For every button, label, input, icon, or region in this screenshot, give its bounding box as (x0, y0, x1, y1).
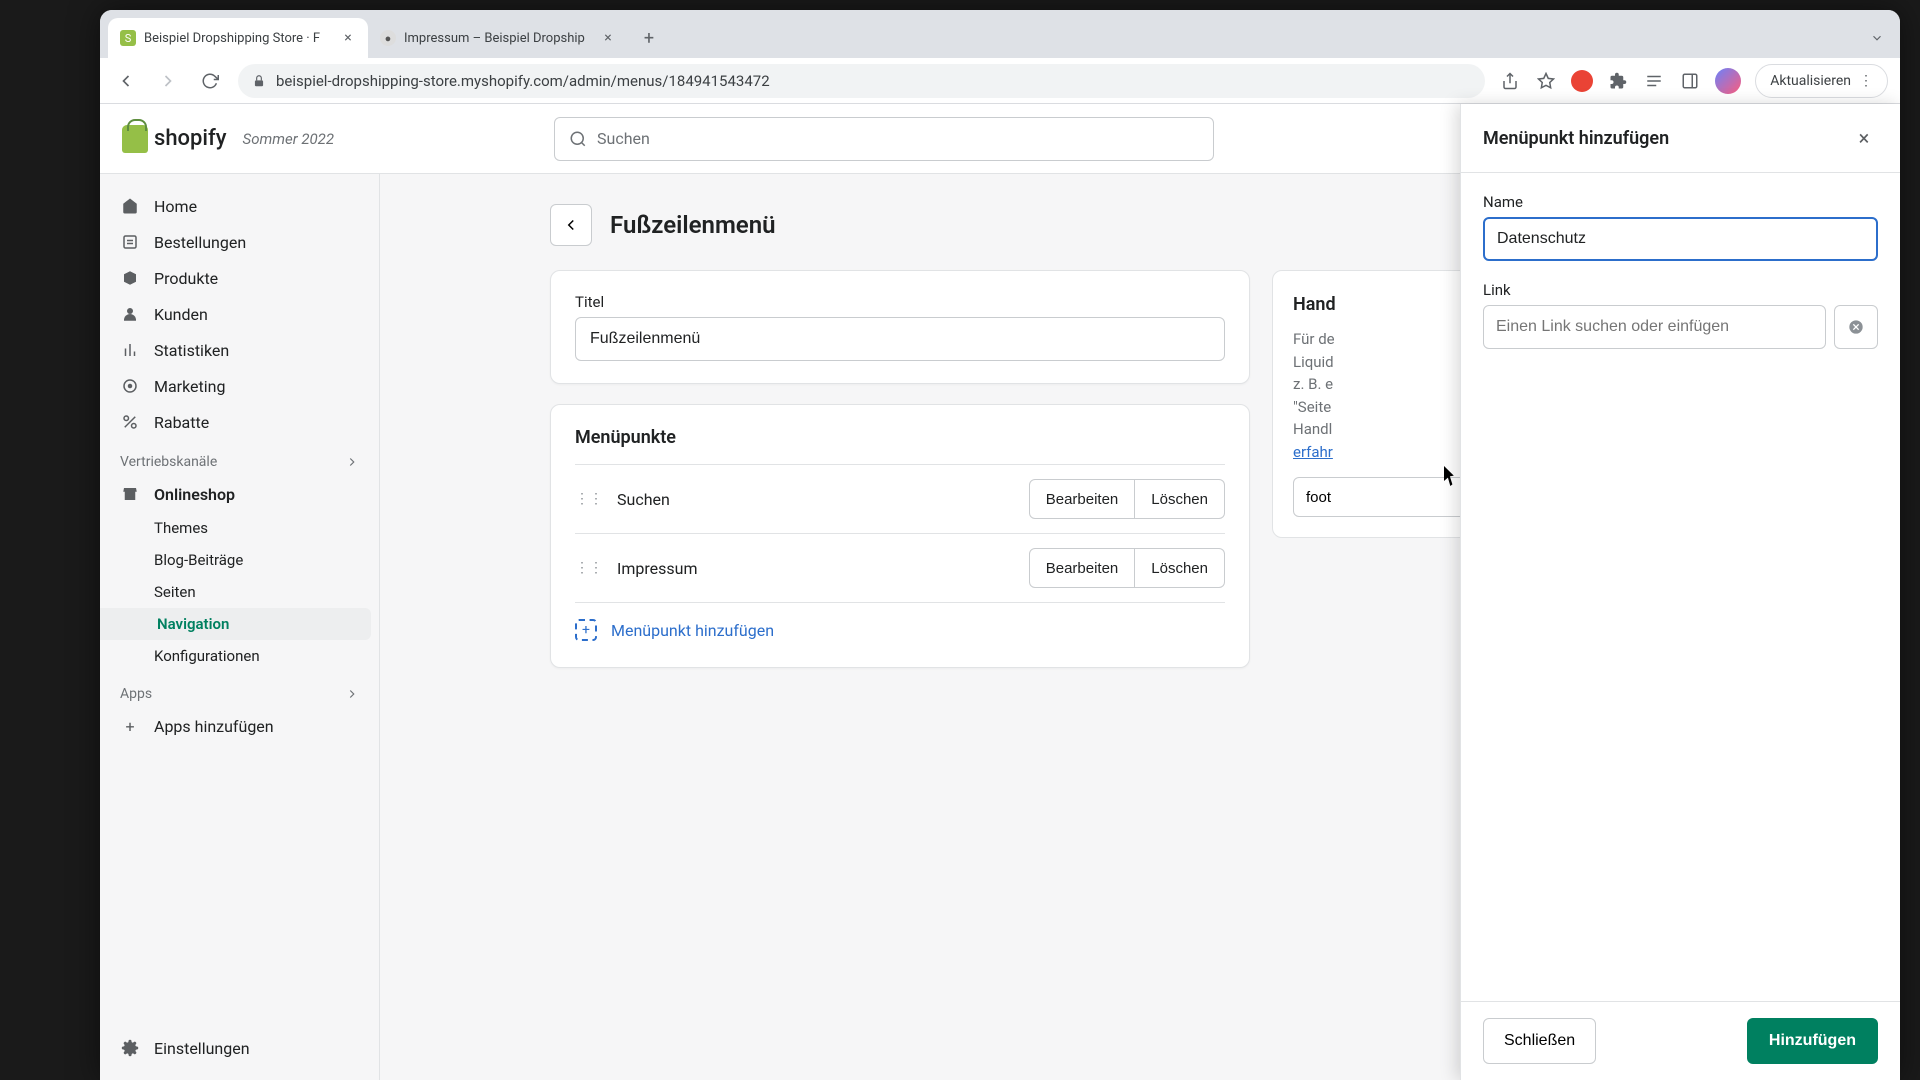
season-label: Sommer 2022 (243, 130, 334, 148)
home-icon (120, 196, 140, 216)
delete-button[interactable]: Löschen (1135, 479, 1225, 519)
forward-icon[interactable] (154, 67, 182, 95)
delete-button[interactable]: Löschen (1135, 548, 1225, 588)
sidebar-sub-navigation[interactable]: Navigation (100, 608, 371, 640)
title-input[interactable] (575, 317, 1225, 361)
edit-button[interactable]: Bearbeiten (1029, 479, 1136, 519)
sidebar: Home Bestellungen Produkte Kunden Statis… (100, 174, 380, 1080)
add-menu-item[interactable]: + Menüpunkt hinzufügen (575, 602, 1225, 645)
plus-icon: + (120, 716, 140, 736)
more-icon: ⋮ (1859, 73, 1873, 89)
edit-button[interactable]: Bearbeiten (1029, 548, 1136, 588)
close-button[interactable]: Schließen (1483, 1018, 1596, 1064)
shopify-favicon: S (120, 30, 136, 46)
sidepanel-icon[interactable] (1679, 70, 1701, 92)
search-input[interactable]: Suchen (554, 117, 1214, 161)
url-text: beispiel-dropshipping-store.myshopify.co… (276, 72, 770, 90)
sidebar-item-products[interactable]: Produkte (100, 260, 379, 296)
sidebar-item-marketing[interactable]: Marketing (100, 368, 379, 404)
record-icon[interactable] (1571, 70, 1593, 92)
learn-more-link[interactable]: erfahr (1293, 443, 1333, 461)
back-icon[interactable] (112, 67, 140, 95)
page-title: Fußzeilenmenü (610, 211, 776, 239)
chevron-right-icon[interactable] (345, 687, 359, 701)
sidebar-settings[interactable]: Einstellungen (100, 1030, 379, 1066)
marketing-icon (120, 376, 140, 396)
add-item-drawer: Menüpunkt hinzufügen × Name Link Schließ… (1460, 104, 1900, 1080)
tab-title: Beispiel Dropshipping Store · F (144, 31, 332, 46)
lock-icon (252, 74, 266, 88)
link-label: Link (1483, 281, 1878, 299)
sidebar-item-discounts[interactable]: Rabatte (100, 404, 379, 440)
address-bar: beispiel-dropshipping-store.myshopify.co… (100, 58, 1900, 104)
chevron-down-icon[interactable] (1862, 23, 1892, 53)
orders-icon (120, 232, 140, 252)
products-icon (120, 268, 140, 288)
sidebar-item-analytics[interactable]: Statistiken (100, 332, 379, 368)
back-button[interactable] (550, 204, 592, 246)
list-icon[interactable] (1643, 70, 1665, 92)
apps-section: Apps (100, 672, 379, 708)
add-button[interactable]: Hinzufügen (1747, 1018, 1878, 1064)
reload-icon[interactable] (196, 67, 224, 95)
clear-button[interactable] (1834, 305, 1878, 349)
store-icon (120, 484, 140, 504)
sidebar-sub-pages[interactable]: Seiten (100, 576, 379, 608)
search-icon (569, 130, 587, 148)
close-icon[interactable]: × (600, 30, 616, 46)
menu-item-row: ⋮⋮ Impressum Bearbeiten Löschen (575, 533, 1225, 602)
sidebar-item-customers[interactable]: Kunden (100, 296, 379, 332)
sidebar-add-apps[interactable]: +Apps hinzufügen (100, 708, 379, 744)
name-label: Name (1483, 193, 1878, 211)
customers-icon (120, 304, 140, 324)
sidebar-sub-themes[interactable]: Themes (100, 512, 379, 544)
browser-tab-bar: S Beispiel Dropshipping Store · F × ● Im… (100, 10, 1900, 58)
profile-avatar[interactable] (1715, 68, 1741, 94)
browser-tab[interactable]: ● Impressum – Beispiel Dropship × (368, 18, 628, 58)
sidebar-item-onlineshop[interactable]: Onlineshop (100, 476, 379, 512)
analytics-icon (120, 340, 140, 360)
name-input[interactable] (1483, 217, 1878, 261)
url-input[interactable]: beispiel-dropshipping-store.myshopify.co… (238, 64, 1485, 98)
gear-icon (120, 1038, 140, 1058)
title-card: Titel (550, 270, 1250, 384)
bag-icon (122, 125, 148, 153)
sidebar-sub-blog[interactable]: Blog-Beiträge (100, 544, 379, 576)
extensions-icon[interactable] (1607, 70, 1629, 92)
channels-section: Vertriebskanäle (100, 440, 379, 476)
update-button[interactable]: Aktualisieren ⋮ (1755, 64, 1888, 98)
shopify-logo[interactable]: shopify (122, 125, 227, 153)
sidebar-item-orders[interactable]: Bestellungen (100, 224, 379, 260)
menu-item-name: Suchen (617, 490, 1015, 509)
title-label: Titel (575, 293, 1225, 311)
drag-icon[interactable]: ⋮⋮ (575, 491, 603, 507)
drag-icon[interactable]: ⋮⋮ (575, 560, 603, 576)
menu-item-row: ⋮⋮ Suchen Bearbeiten Löschen (575, 464, 1225, 533)
drawer-title: Menüpunkt hinzufügen (1483, 128, 1669, 149)
add-icon: + (575, 619, 597, 641)
share-icon[interactable] (1499, 70, 1521, 92)
star-icon[interactable] (1535, 70, 1557, 92)
close-icon[interactable]: × (1850, 124, 1878, 152)
menu-item-name: Impressum (617, 559, 1015, 578)
close-icon[interactable]: × (340, 30, 356, 46)
browser-tab[interactable]: S Beispiel Dropshipping Store · F × (108, 18, 368, 58)
discounts-icon (120, 412, 140, 432)
menu-items-card: Menüpunkte ⋮⋮ Suchen Bearbeiten Löschen (550, 404, 1250, 668)
link-input[interactable] (1483, 305, 1826, 349)
chevron-right-icon[interactable] (345, 455, 359, 469)
sidebar-item-home[interactable]: Home (100, 188, 379, 224)
sidebar-sub-config[interactable]: Konfigurationen (100, 640, 379, 672)
new-tab-button[interactable]: + (634, 23, 664, 53)
items-heading: Menüpunkte (575, 427, 1225, 448)
tab-title: Impressum – Beispiel Dropship (404, 31, 592, 46)
page-favicon: ● (380, 30, 396, 46)
